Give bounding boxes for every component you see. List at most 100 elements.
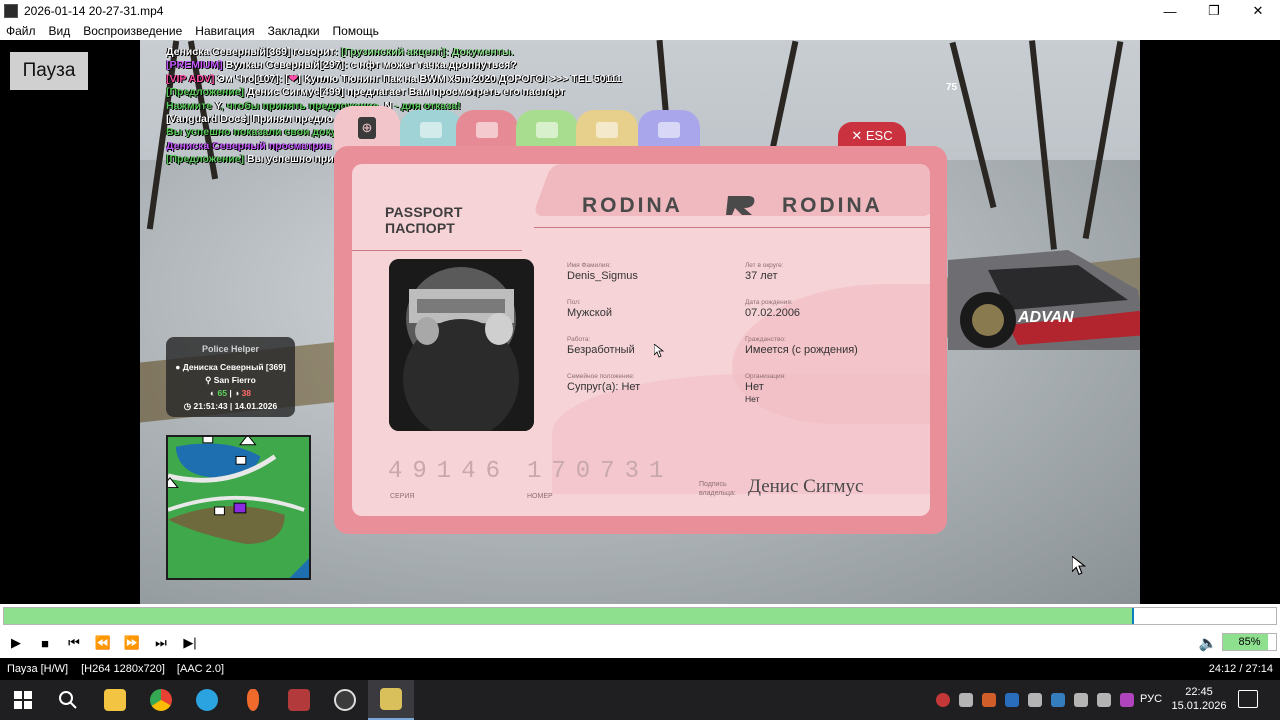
menu-navigation[interactable]: Навигация	[195, 24, 254, 38]
passport-page: PASSPORT ПАСПОРТ RODINA RODINA Имя Фамил…	[352, 164, 930, 516]
chat-text: [Предложение]	[166, 153, 247, 166]
search-button[interactable]	[45, 680, 91, 720]
minimap	[166, 435, 311, 580]
passport-series-label: СЕРИЯ	[390, 493, 415, 500]
clock-date: 15.01.2026	[1171, 700, 1227, 712]
playback-controls: ▶ ■ ⏮ ⏪ ⏩ ⏭ ▶| 🔈 85%	[0, 628, 1280, 658]
bluetooth-icon[interactable]	[1005, 693, 1019, 707]
tab-passport[interactable]: ⊕	[334, 106, 400, 150]
taskbar-telegram[interactable]	[184, 680, 230, 720]
chat-text: [Грузинский акцент]: Документы.	[341, 46, 514, 58]
location-pin-icon: ⚲	[205, 375, 214, 385]
field-job-label: Работа:	[567, 336, 591, 343]
field-organization-label: Организация:	[745, 373, 787, 380]
divider	[534, 227, 930, 228]
passport-title-ru: ПАСПОРТ	[385, 220, 455, 236]
window-title: 2026-01-14 20-27-31.mp4	[24, 4, 164, 18]
tree	[767, 40, 799, 160]
restore-button[interactable]: ❐	[1192, 0, 1236, 22]
menu-file[interactable]: Файл	[6, 24, 36, 38]
status-bar: Пауза [H/W] [H264 1280x720] [AAC 2.0] 24…	[0, 658, 1280, 680]
status-audio-codec: [AAC 2.0]	[176, 663, 224, 675]
seek-bar[interactable]	[0, 604, 1280, 628]
tab-medical[interactable]	[456, 110, 518, 150]
taskbar-game-app[interactable]	[276, 680, 322, 720]
start-button[interactable]	[0, 680, 46, 720]
helper-city: San Fierro	[213, 375, 256, 385]
clock-icon: ◷	[183, 401, 194, 411]
frame-step-icon[interactable]: ▶|	[178, 631, 202, 655]
passport-number-label: НОМЕР	[527, 493, 553, 500]
field-organization-rank: Нет	[745, 394, 760, 404]
id-card-icon	[420, 122, 442, 138]
play-button[interactable]: ▶	[4, 631, 28, 655]
taskbar-chrome[interactable]	[138, 680, 184, 720]
chat-text: ] Куплю Тюнинг Пак на BWM x5m 2020 ДОРОГ…	[297, 72, 622, 85]
tab-military[interactable]	[516, 110, 578, 150]
helmet-icon	[536, 122, 558, 138]
menu-bookmarks[interactable]: Закладки	[268, 24, 320, 38]
previous-icon[interactable]: ⏮	[62, 631, 86, 655]
tab-vehicles[interactable]	[638, 110, 700, 150]
microphone-icon[interactable]	[982, 693, 996, 707]
fast-forward-icon[interactable]: ⏩	[120, 631, 144, 655]
video-area[interactable]: Пауза ADVAN Дениска Северный[369] говори…	[0, 40, 1280, 604]
field-marital-value: Супруг(а): Нет	[567, 381, 641, 393]
window-titlebar: 2026-01-14 20-27-31.mp4 — ❐ ✕	[0, 0, 1280, 22]
discord-icon[interactable]	[959, 693, 973, 707]
menu-view[interactable]: Вид	[49, 24, 71, 38]
menu-playback[interactable]: Воспроизведение	[83, 24, 182, 38]
keyboard-language[interactable]: РУС	[1140, 693, 1162, 705]
field-name-value: Denis_Sigmus	[567, 270, 638, 282]
helper-datetime: 21:51:43 | 14.01.2026	[193, 401, 278, 411]
tab-property[interactable]	[576, 110, 638, 150]
chat-text: [PREMIUM]	[166, 59, 226, 72]
obs-tray-icon[interactable]	[936, 693, 950, 707]
chat-line: Дениска Северный[369] говорит: [Грузинск…	[166, 46, 646, 59]
rewind-icon[interactable]: ⏪	[91, 631, 115, 655]
taskbar-microphone-app[interactable]	[230, 680, 276, 720]
field-citizenship-label: Гражданство:	[745, 336, 786, 343]
window-controls: — ❐ ✕	[1148, 0, 1280, 22]
brand-right: RODINA	[782, 194, 883, 217]
volume-slider[interactable]: 85%	[1222, 633, 1277, 651]
helper-stat-1: 65	[217, 388, 227, 398]
field-marital: Семейное положение: Супруг(а): Нет	[567, 372, 640, 394]
passport-icon: ⊕	[358, 117, 376, 139]
chat-text: Вулкан Северный[297]: с нфт может тачка …	[225, 59, 517, 72]
mouse-cursor-icon	[654, 344, 664, 358]
stop-button[interactable]: ■	[33, 631, 57, 655]
battery-icon[interactable]	[1097, 693, 1111, 707]
svg-text:ADVAN: ADVAN	[1017, 309, 1074, 326]
minimize-button[interactable]: —	[1148, 0, 1192, 22]
speaker-icon[interactable]: 🔈	[1196, 631, 1220, 655]
helper-datetime-row: ◷ 21:51:43 | 14.01.2026	[166, 400, 295, 413]
wifi-icon[interactable]	[1028, 693, 1042, 707]
taskbar-obs[interactable]	[322, 680, 368, 720]
field-birth-value: 07.02.2006	[745, 307, 801, 319]
chat-text: Эм Что[107]: [	[217, 72, 289, 85]
helper-name-row: ● Дениска Северный [369]	[166, 361, 295, 374]
taskbar-media-player[interactable]	[368, 680, 414, 720]
helper-stats-row: ◐ 65 | ◑ 38	[166, 387, 295, 400]
menu-help[interactable]: Помощь	[333, 24, 379, 38]
app-tray-icon[interactable]	[1120, 693, 1134, 707]
notifications-icon[interactable]	[1238, 690, 1258, 708]
taskbar-clock[interactable]: 22:45 15.01.2026	[1170, 685, 1228, 713]
field-gender-label: Пол:	[567, 299, 581, 306]
car-icon	[658, 122, 680, 138]
brand-left: RODINA	[582, 194, 683, 217]
chat-text: [VIP ADV]	[166, 72, 218, 85]
helper-name: Дениска Северный [369]	[182, 362, 286, 372]
close-button[interactable]: ✕	[1236, 0, 1280, 22]
taskbar-file-explorer[interactable]	[92, 680, 138, 720]
next-icon[interactable]: ⏭	[149, 631, 173, 655]
volume-icon[interactable]	[1074, 693, 1088, 707]
field-organization-value: Нет	[745, 381, 764, 393]
telegram-icon	[196, 689, 218, 711]
field-birth: Дата рождения: 07.02.2006	[745, 298, 800, 320]
tab-id-card[interactable]	[400, 110, 462, 150]
seek-track[interactable]	[3, 607, 1277, 625]
network-icon[interactable]	[1051, 693, 1065, 707]
microphone-app-icon	[247, 689, 259, 711]
